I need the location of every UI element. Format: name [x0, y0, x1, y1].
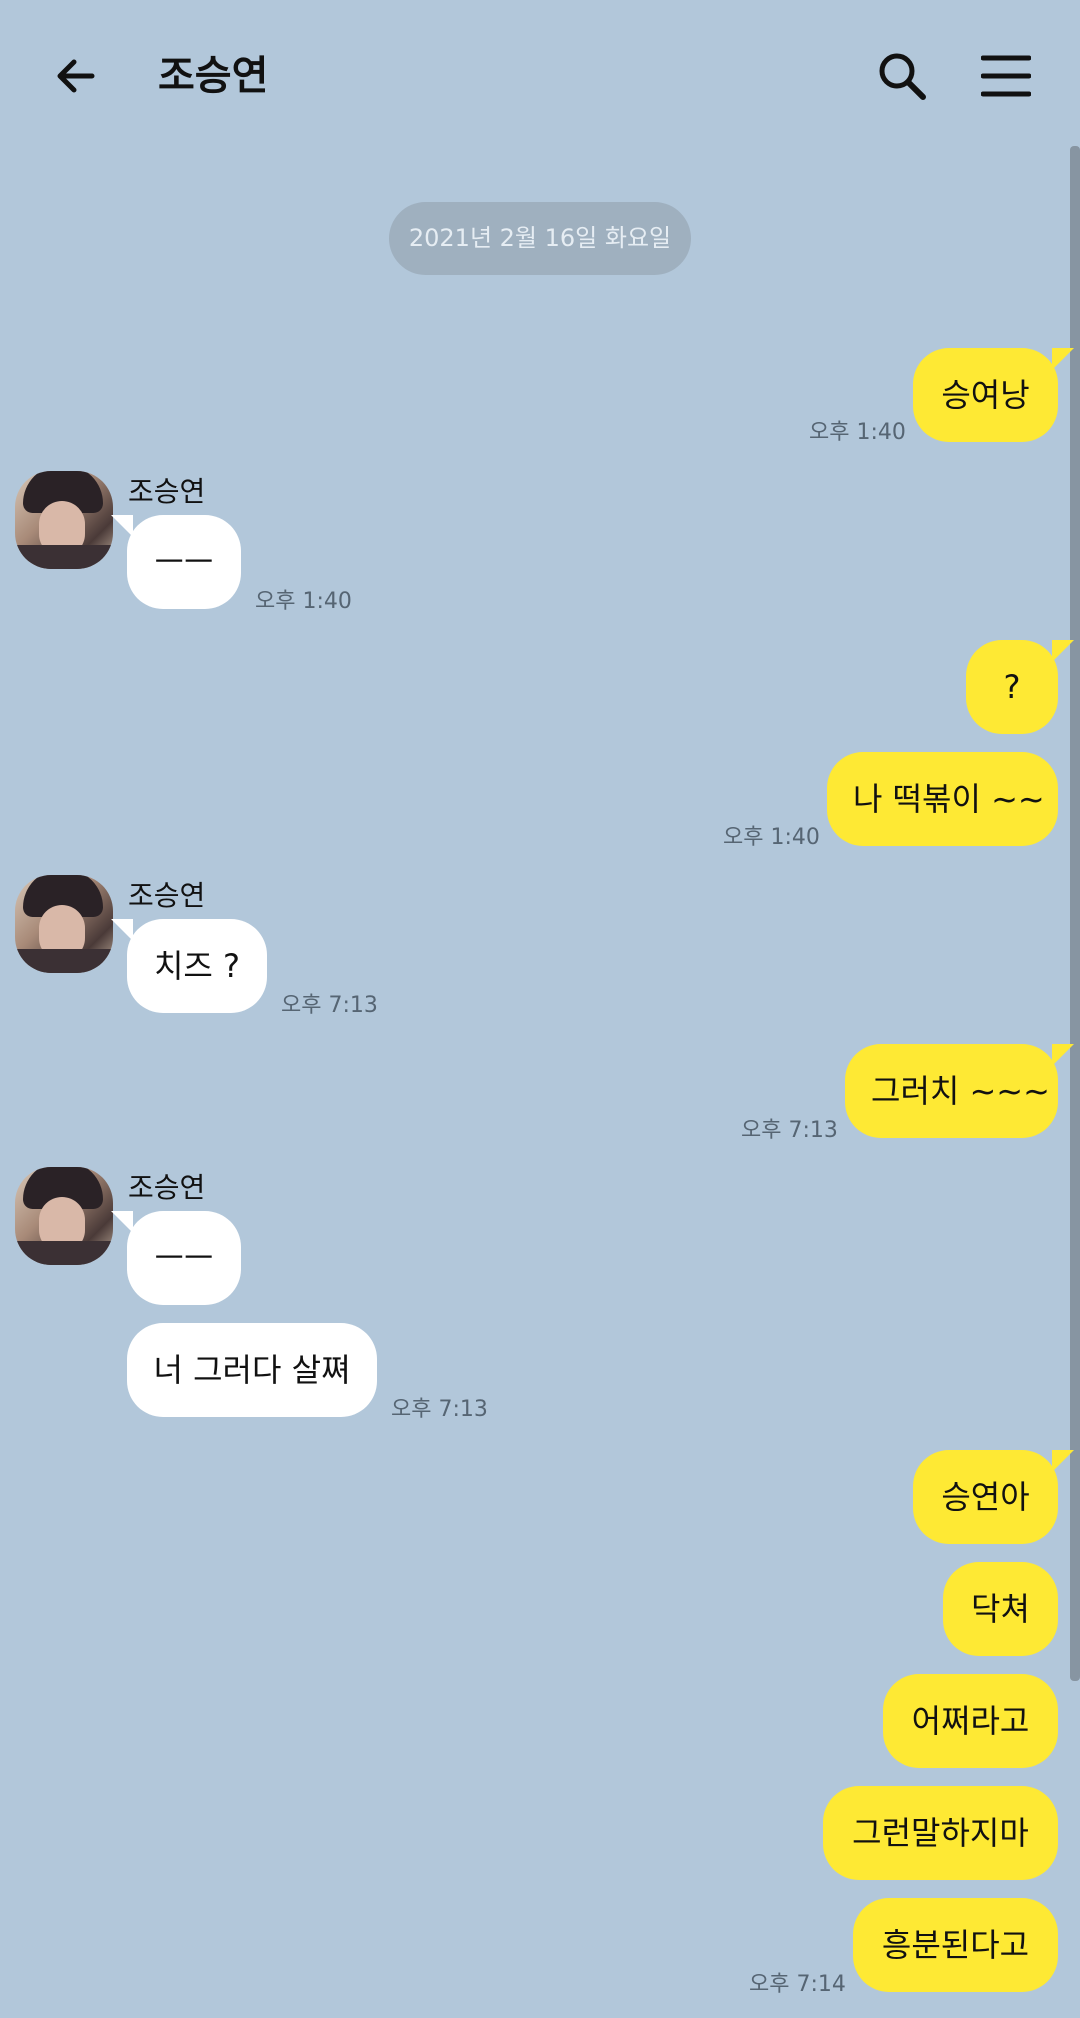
- avatar[interactable]: [15, 1167, 113, 1265]
- message-text: 너 그러다 살쪄: [153, 1351, 351, 1389]
- my-message-bubble[interactable]: 승여낭: [913, 348, 1074, 442]
- bubble-tail: [111, 919, 133, 941]
- sender-name: 조승연: [128, 475, 206, 508]
- message-text: 치즈 ?: [153, 947, 241, 985]
- my-message-bubble[interactable]: 그러치 ~~~: [845, 1044, 1074, 1138]
- my-message-bubble[interactable]: 그런말하지마: [823, 1786, 1058, 1880]
- message-text: 승여낭: [941, 376, 1030, 414]
- message-text: 닥쳐: [971, 1590, 1030, 1628]
- message-time: 오후 7:13: [281, 993, 378, 1018]
- search-icon: [879, 53, 926, 100]
- avatar[interactable]: [15, 471, 113, 569]
- avatar[interactable]: [15, 875, 113, 973]
- message-text: 나 떡볶이 ~~: [853, 780, 1045, 818]
- sender-name: 조승연: [128, 1171, 206, 1204]
- message-text: 승연아: [941, 1478, 1030, 1516]
- their-message-bubble[interactable]: 너 그러다 살쪄: [127, 1323, 377, 1417]
- search-button[interactable]: [870, 44, 934, 108]
- message-text: 흥분된다고: [881, 1926, 1030, 1964]
- avatar-shirt: [15, 545, 113, 569]
- message-time: 오후 7:13: [741, 1118, 838, 1143]
- bubble-tail: [111, 515, 133, 537]
- my-message-bubble[interactable]: 흥분된다고: [853, 1898, 1058, 1992]
- message-text: ㅡㅡ: [154, 543, 214, 581]
- menu-button[interactable]: [974, 44, 1038, 108]
- message-time: 오후 7:13: [391, 1397, 488, 1422]
- my-message-bubble[interactable]: 나 떡볶이 ~~: [827, 752, 1058, 846]
- message-text: 그런말하지마: [852, 1814, 1029, 1852]
- my-message-bubble[interactable]: 닥쳐: [943, 1562, 1058, 1656]
- arrow-left-icon: [57, 59, 95, 93]
- back-button[interactable]: [44, 44, 108, 108]
- message-text: 어쩌라고: [911, 1702, 1030, 1740]
- chat-header: 조승연: [0, 0, 1080, 146]
- hamburger-menu-icon: [981, 55, 1031, 97]
- my-message-bubble[interactable]: ?: [966, 640, 1074, 734]
- avatar-shirt: [15, 949, 113, 973]
- their-message-bubble[interactable]: ㅡㅡ: [111, 515, 241, 609]
- bubble-tail: [1052, 348, 1074, 370]
- my-message-bubble[interactable]: 승연아: [913, 1450, 1074, 1544]
- bubble-tail: [111, 1211, 133, 1233]
- chat-title: 조승연: [158, 53, 269, 99]
- bubble-tail: [1052, 1450, 1074, 1472]
- bubble-tail: [1052, 640, 1074, 662]
- sender-name: 조승연: [128, 879, 206, 912]
- message-time: 오후 1:40: [809, 420, 906, 445]
- my-message-bubble[interactable]: 어쩌라고: [883, 1674, 1058, 1768]
- bubble-tail: [1052, 1044, 1074, 1066]
- their-message-bubble[interactable]: ㅡㅡ: [111, 1211, 241, 1305]
- message-text: 그러치 ~~~: [871, 1072, 1050, 1110]
- message-text: ?: [1003, 668, 1021, 706]
- message-text: ㅡㅡ: [154, 1239, 214, 1277]
- message-time: 오후 1:40: [255, 589, 352, 614]
- date-divider: 2021년 2월 16일 화요일: [389, 202, 691, 275]
- avatar-shirt: [15, 1241, 113, 1265]
- message-time: 오후 7:14: [749, 1972, 846, 1997]
- their-message-bubble[interactable]: 치즈 ?: [111, 919, 267, 1013]
- message-time: 오후 1:40: [723, 825, 820, 850]
